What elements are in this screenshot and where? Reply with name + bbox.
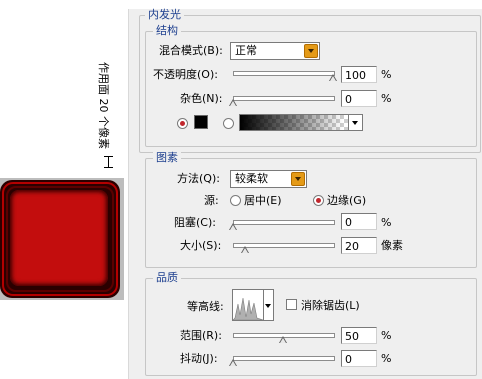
size-unit: 像素	[381, 239, 403, 252]
side-label: 作用面 20 个像素	[97, 62, 110, 149]
blend-mode-value: 正常	[235, 44, 257, 57]
preview-inner-fill	[10, 190, 108, 286]
jitter-unit: %	[381, 352, 392, 365]
blend-mode-label: 混合模式(B):	[159, 44, 223, 57]
jitter-field[interactable]: 0	[341, 350, 377, 367]
opacity-label: 不透明度(O):	[153, 68, 218, 81]
technique-value: 较柔软	[235, 172, 268, 185]
source-label: 源:	[204, 194, 219, 207]
caret-down-icon	[352, 121, 358, 125]
solid-color-radio[interactable]	[177, 118, 188, 129]
contour-graph-icon	[233, 297, 263, 320]
opacity-slider[interactable]	[233, 71, 335, 76]
noise-unit: %	[381, 92, 392, 105]
noise-slider-thumb[interactable]	[229, 99, 237, 106]
opacity-slider-thumb[interactable]	[329, 74, 337, 81]
choke-field[interactable]: 0	[341, 213, 377, 230]
jitter-label: 抖动(J):	[180, 352, 218, 365]
measure-icon	[104, 156, 113, 168]
choke-label: 阻塞(C):	[174, 216, 216, 229]
quality-title: 品质	[153, 272, 181, 284]
opacity-field[interactable]: 100	[341, 66, 377, 83]
chevron-down-icon[interactable]	[291, 172, 305, 186]
technique-select[interactable]: 较柔软	[230, 170, 307, 188]
elements-title: 图素	[153, 152, 181, 164]
source-center-label[interactable]: 居中(E)	[244, 194, 282, 207]
gradient-radio[interactable]	[223, 118, 234, 129]
range-slider-thumb[interactable]	[279, 336, 287, 343]
caret-down-icon	[265, 304, 271, 308]
chevron-down-icon[interactable]	[304, 44, 318, 58]
panel-title: 内发光	[145, 9, 184, 21]
range-label: 范围(R):	[180, 329, 222, 342]
noise-label: 杂色(N):	[180, 92, 223, 105]
contour-label: 等高线:	[187, 300, 224, 313]
size-slider-thumb[interactable]	[241, 246, 249, 253]
choke-slider[interactable]	[233, 220, 335, 225]
source-edge-label[interactable]: 边缘(G)	[327, 194, 366, 207]
color-swatch[interactable]	[194, 115, 208, 129]
range-field[interactable]: 50	[341, 327, 377, 344]
choke-unit: %	[381, 216, 392, 229]
jitter-slider[interactable]	[233, 356, 335, 361]
jitter-slider-thumb[interactable]	[229, 359, 237, 366]
noise-field[interactable]: 0	[341, 90, 377, 107]
source-edge-radio[interactable]	[313, 195, 324, 206]
contour-picker[interactable]	[232, 289, 264, 321]
opacity-unit: %	[381, 68, 392, 81]
choke-slider-thumb[interactable]	[229, 223, 237, 230]
source-center-radio[interactable]	[230, 195, 241, 206]
structure-title: 结构	[153, 25, 181, 37]
gradient-picker[interactable]	[239, 114, 363, 131]
size-field[interactable]: 20	[341, 237, 377, 254]
blend-mode-select[interactable]: 正常	[230, 42, 320, 60]
anti-alias-checkbox[interactable]	[286, 299, 297, 310]
anti-alias-label[interactable]: 消除锯齿(L)	[301, 299, 360, 312]
contour-dropdown-button[interactable]	[264, 289, 274, 321]
noise-slider[interactable]	[233, 96, 335, 101]
inner-glow-panel: 内发光 结构 混合模式(B): 正常 不透明度(O): 100 % 杂色(N):…	[128, 9, 482, 379]
gradient-dropdown-button[interactable]	[348, 115, 362, 130]
technique-label: 方法(Q):	[177, 172, 220, 185]
range-unit: %	[381, 329, 392, 342]
size-label: 大小(S):	[180, 239, 222, 252]
